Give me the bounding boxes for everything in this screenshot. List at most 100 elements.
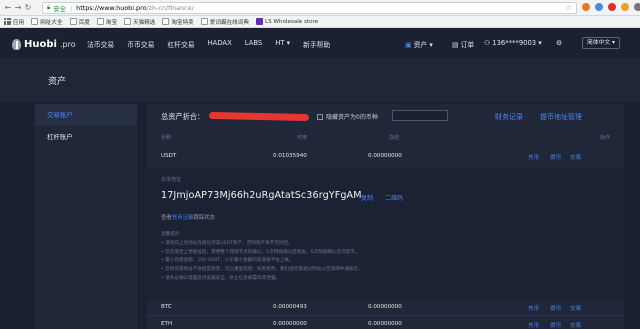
deposit-address-label: 充币地址 xyxy=(161,177,182,183)
note-item: • 请勿向上述地址充值任何非USDT资产，否则资产将不可找回。 xyxy=(161,240,293,246)
account-label: 136****9003 ▾ xyxy=(492,39,542,47)
bookmark-label: 淘宝特卖 xyxy=(171,19,194,26)
bookmark-item[interactable]: 淘宝 xyxy=(96,18,117,26)
bookmark-label: 爱词霸在线词典 xyxy=(209,19,249,26)
url-host: https://www.huobi.pro xyxy=(76,4,147,12)
deposit-button[interactable]: 充币 xyxy=(528,153,539,161)
secure-label: 安全 xyxy=(53,4,66,13)
lock-icon: 🔒︎ xyxy=(47,4,51,11)
back-icon[interactable]: ← xyxy=(3,2,13,14)
page-icon xyxy=(31,18,39,25)
logo-suffix: .pro xyxy=(59,40,76,49)
col-ops: 操作 xyxy=(600,135,611,141)
note-item: • 最小充值金额：100 USDT，小于最小金额的充值将不会上账。 xyxy=(161,258,294,264)
withdraw-button[interactable]: 提币 xyxy=(550,304,561,312)
col-frozen: 冻结 xyxy=(389,135,400,141)
bookmark-item[interactable]: 爱词霸在线词典 xyxy=(200,18,249,26)
deposit-records-link[interactable]: 充币记录 xyxy=(172,215,194,221)
main-nav: 法币交易 币币交易 杠杆交易 HADAX LABS HT ▾ 新手帮助 xyxy=(87,39,343,49)
separator: | xyxy=(69,4,73,12)
deposit-button[interactable]: 充币 xyxy=(528,321,539,329)
deposit-records-hint: 查看充币记录跟踪状态 xyxy=(161,213,215,221)
page-title-band: 资产 xyxy=(0,60,640,102)
sidebar-item-margin-account[interactable]: 杠杆账户 xyxy=(35,126,137,148)
ls-icon xyxy=(255,18,263,25)
nav-fiat-trading[interactable]: 法币交易 xyxy=(87,39,114,49)
trade-button[interactable]: 交易 xyxy=(570,304,581,312)
bookmark-apps[interactable]: 应用 xyxy=(4,18,24,26)
note-item: • 您充值至上述地址后，需要整个网络节点的确认，1次网络确认后到账，6次网络确认… xyxy=(161,249,360,255)
nav-ht[interactable]: HT ▾ xyxy=(275,39,290,49)
row-currency: ETH xyxy=(161,321,173,327)
nav-hadax[interactable]: HADAX xyxy=(208,39,232,49)
nav-help[interactable]: 新手帮助 xyxy=(303,39,330,49)
flame-icon xyxy=(12,39,21,50)
reload-icon[interactable]: ↻ xyxy=(23,2,33,14)
deposit-notes: 温馨提示 • 请勿向上述地址充值任何非USDT资产，否则资产将不可找回。 • 您… xyxy=(161,231,363,284)
row-currency: USDT xyxy=(161,153,177,159)
bookmark-label: 百度 xyxy=(78,19,90,26)
logo-text: Huobi xyxy=(24,39,57,50)
withdraw-button[interactable]: 提币 xyxy=(550,321,561,329)
hide-zero-toggle[interactable]: 隐藏资产为0的币种 xyxy=(317,112,378,121)
bookmarks-bar: 应用 网址大全 百度 淘宝 天猫精选 淘宝特卖 爱词霸在线词典 LS Whole… xyxy=(0,16,640,28)
currency-search-input[interactable] xyxy=(392,110,448,121)
extension-icon[interactable] xyxy=(595,3,603,11)
bookmark-item[interactable]: 网址大全 xyxy=(31,18,63,26)
browser-toolbar: ← → ↻ 🔒︎ 安全 | https://www.huobi.pro/zh-c… xyxy=(0,0,640,16)
extension-icon[interactable] xyxy=(582,3,590,11)
deposit-button[interactable]: 充币 xyxy=(528,304,539,312)
nav-coin-trading[interactable]: 币币交易 xyxy=(127,39,154,49)
extension-icon[interactable] xyxy=(608,3,616,11)
page-icon xyxy=(162,18,170,25)
page-icon xyxy=(200,18,208,25)
qr-code-button[interactable]: 二维码 xyxy=(385,193,403,202)
withdraw-address-link[interactable]: 提币地址管理 xyxy=(540,112,582,122)
page-icon xyxy=(124,18,131,25)
finance-records-link[interactable]: 财务记录 xyxy=(495,112,523,122)
extension-icon[interactable] xyxy=(621,3,629,11)
withdraw-button[interactable]: 提币 xyxy=(550,153,561,161)
row-available: 0.01035940 xyxy=(273,153,307,159)
orders-icon: ▤ xyxy=(452,41,459,49)
bookmark-label: 天猫精选 xyxy=(133,19,156,26)
deposit-address: 17JmjoAP73Mj66h2uRgAtatSc36rgYFgAM xyxy=(161,190,362,201)
address-bar[interactable]: 🔒︎ 安全 | https://www.huobi.pro/zh-cn/fina… xyxy=(42,2,577,14)
table-row: BTC 0.00000493 0.00000000 充币 提币 交易 xyxy=(147,299,624,315)
orders-menu[interactable]: ▤ 订单 xyxy=(452,39,474,49)
checkbox[interactable] xyxy=(317,113,323,120)
table-row: ETH 0.00000000 0.00000000 充币 提币 交易 xyxy=(147,316,624,329)
bookmark-item[interactable]: LS Wholesale store xyxy=(255,18,319,25)
hide-zero-label: 隐藏资产为0的币种 xyxy=(326,114,378,121)
table-row: USDT 0.01035940 0.00000000 充币 提币 交易 xyxy=(147,148,624,164)
page-icon xyxy=(96,18,104,25)
menu-icon[interactable] xyxy=(634,3,640,11)
bookmark-label: LS Wholesale store xyxy=(264,18,319,25)
col-currency: 币种 xyxy=(161,135,172,141)
language-select[interactable]: 简体中文 ▾ xyxy=(582,37,620,49)
sidebar-item-trading-account[interactable]: 交易账户 xyxy=(35,104,137,126)
bookmark-item[interactable]: 百度 xyxy=(69,18,90,26)
assets-panel: 总资产折合： 隐藏资产为0的币种 财务记录 提币地址管理 币种 可用 冻结 操作… xyxy=(147,104,624,329)
hint-prefix: 查看 xyxy=(161,215,172,221)
forward-icon[interactable]: → xyxy=(13,2,23,14)
account-menu[interactable]: ⚇ 136****9003 ▾ xyxy=(484,39,542,47)
url-path: /zh-cn/finance/ xyxy=(146,4,194,12)
nav-margin-trading[interactable]: 杠杆交易 xyxy=(167,39,194,49)
deposit-panel: 充币地址 17JmjoAP73Mj66h2uRgAtatSc36rgYFgAM … xyxy=(147,169,624,299)
copy-button[interactable]: 复制 xyxy=(361,193,373,202)
trade-button[interactable]: 交易 xyxy=(570,153,581,161)
huobi-logo[interactable]: Huobi .pro xyxy=(12,39,76,50)
nav-labs[interactable]: LABS xyxy=(245,39,262,49)
bookmark-star-icon[interactable]: ☆ xyxy=(566,4,572,12)
orders-label: 订单 xyxy=(460,41,475,49)
bookmark-item[interactable]: 淘宝特卖 xyxy=(162,18,194,26)
site-header: Huobi .pro 法币交易 币币交易 杠杆交易 HADAX LABS HT ▾… xyxy=(0,29,640,60)
assets-menu[interactable]: ▣ 资产 ▾ xyxy=(405,39,433,49)
settings-gear-icon[interactable]: ⚙ xyxy=(556,39,562,47)
page-title: 资产 xyxy=(48,77,67,87)
note-item: • 请务必确认电脑及浏览器安全，防止信息被篡改或泄露。 xyxy=(161,275,281,281)
row-available: 0.00000000 xyxy=(273,321,307,327)
bookmark-item[interactable]: 天猫精选 xyxy=(124,18,155,26)
trade-button[interactable]: 交易 xyxy=(570,321,581,329)
